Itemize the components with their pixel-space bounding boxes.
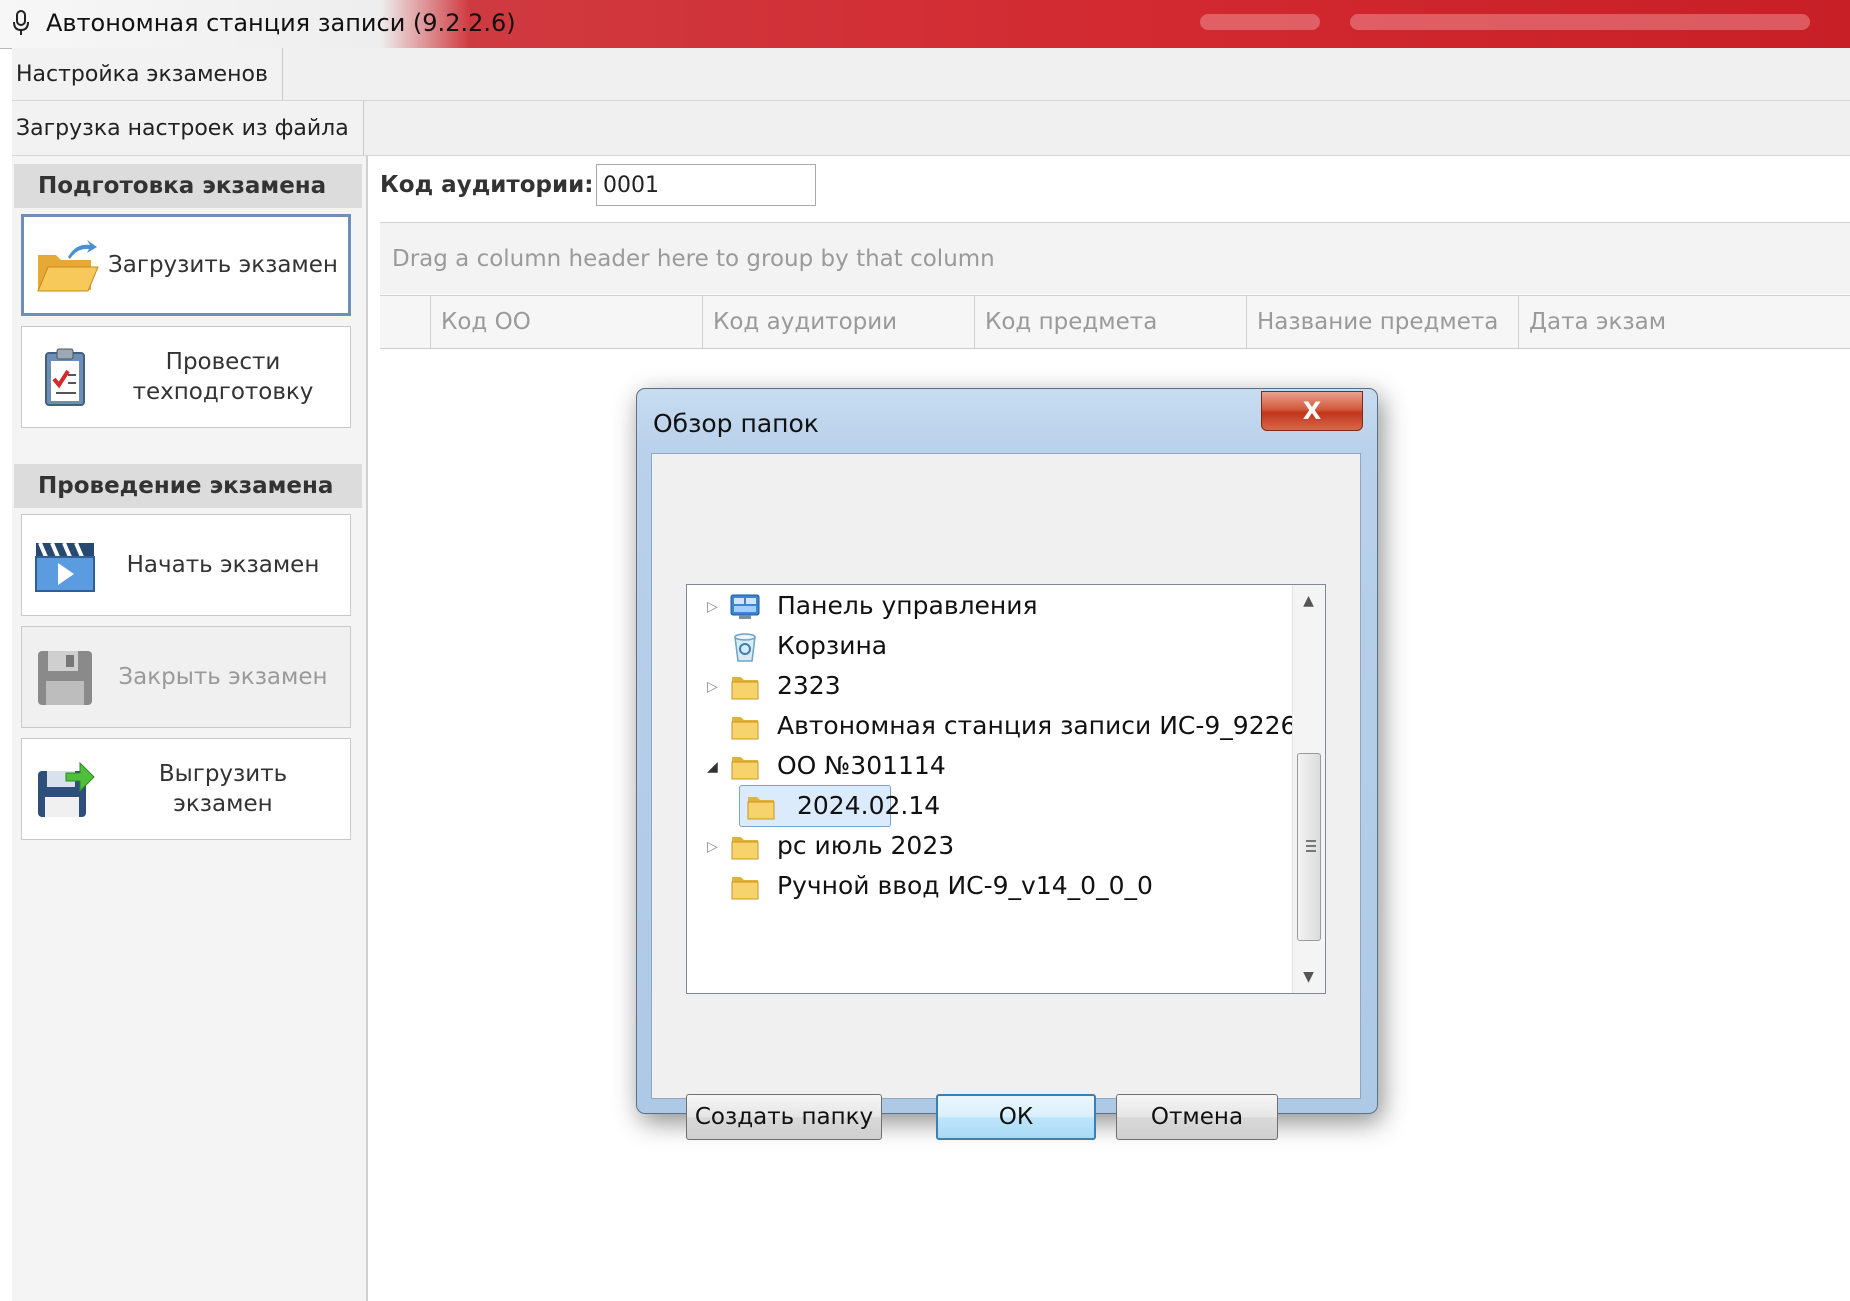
dialog-client-area: ▷ Панель управления Корзина ▷ 2323 Автон… [651, 453, 1361, 1140]
tree-item-label: Автономная станция записи ИС-9_9226 [777, 711, 1297, 740]
close-exam-button[interactable]: Закрыть экзамен [21, 626, 351, 728]
grip-line [1306, 845, 1316, 847]
group-header-preparation: Подготовка экзамена [14, 164, 362, 208]
open-folder-icon [37, 240, 99, 292]
tree-item-label: Ручной ввод ИС-9_v14_0_0_0 [777, 871, 1153, 900]
tree-item-label: ОО №301114 [777, 751, 946, 780]
folder-icon [731, 677, 759, 700]
folder-icon [731, 717, 759, 740]
tree-item-folder-2323[interactable]: ▷ 2323 [687, 665, 1287, 709]
tab-load-settings-from-file[interactable]: Загрузка настроек из файла [12, 101, 364, 155]
browse-folders-dialog: Обзор папок X ▷ Панель управления Корзин… [636, 388, 1378, 1140]
scroll-thumb[interactable] [1297, 753, 1321, 941]
grid-header: Код ОО Код аудитории Код предмета Назван… [380, 295, 1850, 349]
export-exam-button[interactable]: Выгрузить экзамен [21, 738, 351, 840]
tree-item-folder-station[interactable]: Автономная станция записи ИС-9_9226 [687, 705, 1296, 749]
scroll-up-button[interactable]: ▲ [1293, 585, 1324, 617]
column-header-subject-code[interactable]: Код предмета [974, 296, 1246, 348]
microphone-icon [13, 10, 29, 35]
blurred-taskbar-text [1350, 14, 1810, 30]
room-code-input[interactable] [596, 164, 816, 206]
tree-item-label: Панель управления [777, 591, 1038, 620]
expand-arrow-icon[interactable]: ▷ [707, 837, 721, 857]
scroll-down-button[interactable]: ▼ [1293, 961, 1324, 993]
tab-exam-settings[interactable]: Настройка экзаменов [12, 48, 283, 100]
load-exam-button[interactable]: Загрузить экзамен [21, 214, 351, 316]
grid-indicator-column [380, 296, 430, 348]
group-by-panel[interactable]: Drag a column header here to group by th… [380, 222, 1850, 294]
tree-item-folder-2024-02-14[interactable]: 2024.02.14 [687, 785, 1287, 829]
cancel-button[interactable]: Отмена [1116, 1094, 1278, 1140]
ok-button[interactable]: ОК [936, 1094, 1096, 1140]
column-header-room-code[interactable]: Код аудитории [702, 296, 974, 348]
close-icon: X [1302, 397, 1322, 425]
folder-icon [731, 877, 759, 900]
room-code-label: Код аудитории: [380, 172, 594, 198]
tree-item-label: 2024.02.14 [797, 791, 941, 820]
save-export-icon [38, 761, 95, 817]
tree-item-folder-oo[interactable]: ◢ ОО №301114 [687, 745, 1287, 789]
play-video-icon [35, 542, 95, 592]
tree-item-folder-rs-july[interactable]: ▷ рс июль 2023 [687, 825, 1287, 869]
grip-line [1306, 840, 1316, 842]
ribbon-subtabs: Загрузка настроек из файла [12, 101, 1850, 156]
tech-prep-label: Провести техподготовку [132, 349, 314, 405]
group-header-conducting: Проведение экзамена [14, 464, 362, 508]
sidebar: Подготовка экзамена Загрузить экзамен Пр… [12, 156, 368, 1301]
clipboard-check-icon [45, 348, 85, 406]
tree-item-folder-manual-input[interactable]: Ручной ввод ИС-9_v14_0_0_0 [687, 865, 1287, 909]
window-title: Автономная станция записи (9.2.2.6) [46, 9, 516, 37]
tree-scrollbar[interactable]: ▲ ▼ [1292, 585, 1325, 993]
new-folder-button[interactable]: Создать папку [686, 1094, 882, 1140]
start-exam-label: Начать экзамен [126, 552, 320, 578]
folder-icon [731, 837, 759, 860]
expand-arrow-icon[interactable]: ▷ [707, 677, 721, 697]
load-exam-label: Загрузить экзамен [108, 252, 338, 278]
recycle-bin-icon [734, 633, 756, 662]
tree-item-recycle-bin[interactable]: Корзина [687, 625, 1287, 669]
tree-item-label: Корзина [777, 631, 888, 660]
floppy-disk-icon [38, 651, 92, 705]
dialog-title: Обзор папок [653, 409, 819, 438]
tree-item-label: рс июль 2023 [777, 831, 955, 860]
tree-item-label: 2323 [777, 671, 841, 700]
dialog-close-button[interactable]: X [1261, 391, 1363, 431]
control-panel-icon [730, 594, 760, 619]
ribbon-tabs: Настройка экзаменов [12, 48, 1850, 101]
tree-item-control-panel[interactable]: ▷ Панель управления [687, 585, 1287, 629]
folder-tree[interactable]: ▷ Панель управления Корзина ▷ 2323 Автон… [686, 584, 1326, 994]
collapse-arrow-icon[interactable]: ◢ [707, 757, 721, 777]
start-exam-button[interactable]: Начать экзамен [21, 514, 351, 616]
grip-line [1306, 850, 1316, 852]
expand-arrow-icon[interactable]: ▷ [707, 597, 721, 617]
window-titlebar: Автономная станция записи (9.2.2.6) [0, 0, 1850, 49]
blurred-taskbar-text [1200, 14, 1320, 30]
column-header-oo-code[interactable]: Код ОО [430, 296, 702, 348]
tech-prep-button[interactable]: Провести техподготовку [21, 326, 351, 428]
close-exam-label: Закрыть экзамен [118, 664, 328, 690]
column-header-exam-date[interactable]: Дата экзам [1518, 296, 1850, 348]
column-header-subject-name[interactable]: Название предмета [1246, 296, 1518, 348]
export-exam-label: Выгрузить экзамен [158, 761, 288, 817]
folder-icon [731, 757, 759, 780]
folder-icon [747, 797, 775, 820]
